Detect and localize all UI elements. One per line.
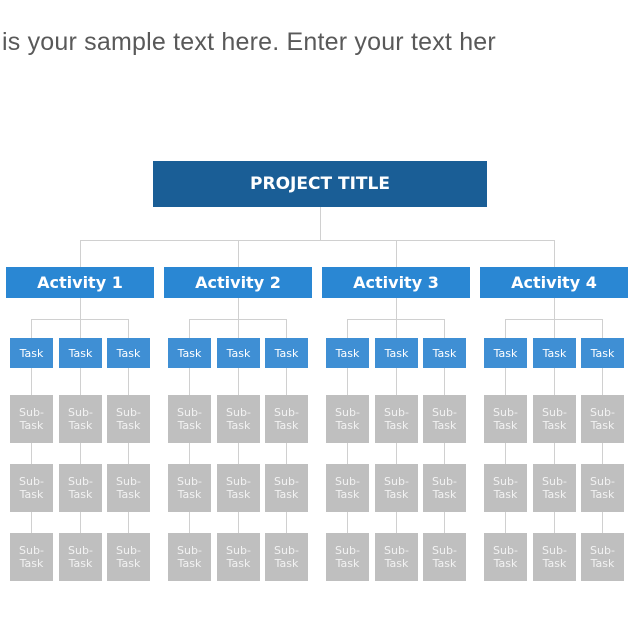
activity-box: Activity 4: [480, 267, 628, 298]
connector-line: [238, 319, 239, 338]
subtask-box: Sub- Task: [107, 533, 150, 581]
subtask-box: Sub- Task: [59, 533, 102, 581]
task-box: Task: [10, 338, 53, 368]
connector-line: [554, 298, 555, 319]
subtask-box: Sub- Task: [217, 464, 260, 512]
connector-line: [347, 319, 348, 338]
connector-line: [554, 319, 555, 338]
connector-line: [80, 240, 81, 267]
connector-line: [396, 298, 397, 319]
task-box: Task: [217, 338, 260, 368]
task-box: Task: [581, 338, 624, 368]
subtask-box: Sub- Task: [326, 395, 369, 443]
subtask-box: Sub- Task: [484, 395, 527, 443]
connector-line: [238, 240, 239, 267]
subtask-box: Sub- Task: [581, 464, 624, 512]
subtask-box: Sub- Task: [423, 395, 466, 443]
connector-line: [31, 319, 32, 338]
subtask-box: Sub- Task: [10, 533, 53, 581]
subtask-box: Sub- Task: [265, 533, 308, 581]
subtask-box: Sub- Task: [107, 395, 150, 443]
subtask-box: Sub- Task: [484, 533, 527, 581]
subtask-box: Sub- Task: [533, 395, 576, 443]
subtask-box: Sub- Task: [168, 533, 211, 581]
subtask-box: Sub- Task: [10, 464, 53, 512]
subtask-box: Sub- Task: [107, 464, 150, 512]
connector-line: [238, 298, 239, 319]
connector-line: [80, 298, 81, 319]
subtask-box: Sub- Task: [423, 533, 466, 581]
activity-box: Activity 3: [322, 267, 470, 298]
connector-line: [396, 240, 397, 267]
task-box: Task: [375, 338, 418, 368]
activity-box: Activity 2: [164, 267, 312, 298]
subtask-box: Sub- Task: [375, 464, 418, 512]
connector-line: [80, 240, 555, 241]
subtask-box: Sub- Task: [484, 464, 527, 512]
connector-line: [128, 319, 129, 338]
headline-text: is your sample text here. Enter your tex…: [2, 28, 496, 56]
connector-line: [602, 319, 603, 338]
subtask-box: Sub- Task: [168, 395, 211, 443]
connector-line: [320, 207, 321, 240]
subtask-box: Sub- Task: [217, 533, 260, 581]
connector-line: [286, 319, 287, 338]
subtask-box: Sub- Task: [59, 395, 102, 443]
subtask-box: Sub- Task: [375, 395, 418, 443]
task-box: Task: [107, 338, 150, 368]
subtask-box: Sub- Task: [533, 464, 576, 512]
task-box: Task: [533, 338, 576, 368]
subtask-box: Sub- Task: [423, 464, 466, 512]
task-box: Task: [59, 338, 102, 368]
subtask-box: Sub- Task: [265, 395, 308, 443]
connector-line: [396, 319, 397, 338]
subtask-box: Sub- Task: [168, 464, 211, 512]
subtask-box: Sub- Task: [59, 464, 102, 512]
subtask-box: Sub- Task: [581, 395, 624, 443]
subtask-box: Sub- Task: [533, 533, 576, 581]
subtask-box: Sub- Task: [581, 533, 624, 581]
connector-line: [505, 319, 506, 338]
task-box: Task: [326, 338, 369, 368]
subtask-box: Sub- Task: [217, 395, 260, 443]
subtask-box: Sub- Task: [326, 533, 369, 581]
task-box: Task: [423, 338, 466, 368]
task-box: Task: [265, 338, 308, 368]
subtask-box: Sub- Task: [375, 533, 418, 581]
project-title-box: PROJECT TITLE: [153, 161, 487, 207]
connector-line: [80, 319, 81, 338]
subtask-box: Sub- Task: [265, 464, 308, 512]
activity-box: Activity 1: [6, 267, 154, 298]
task-box: Task: [168, 338, 211, 368]
subtask-box: Sub- Task: [326, 464, 369, 512]
connector-line: [444, 319, 445, 338]
task-box: Task: [484, 338, 527, 368]
connector-line: [189, 319, 190, 338]
connector-line: [554, 240, 555, 267]
subtask-box: Sub- Task: [10, 395, 53, 443]
